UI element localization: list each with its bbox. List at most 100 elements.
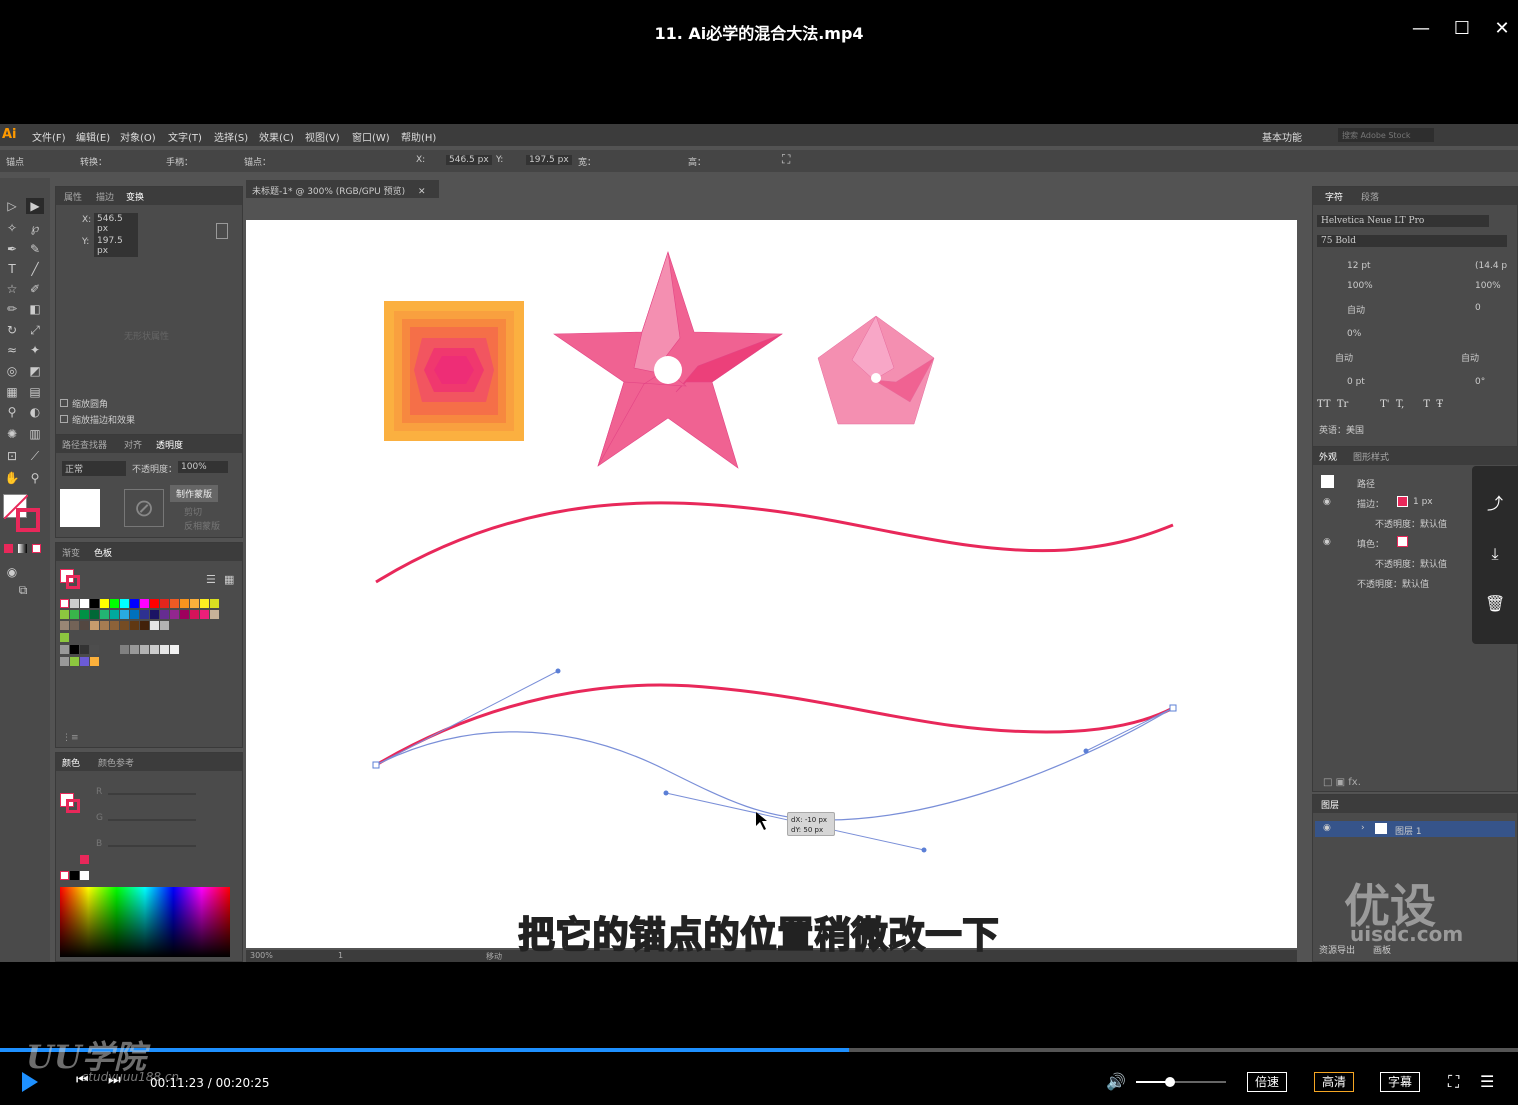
tab-pathfinder[interactable]: 路径查找器 <box>62 438 107 451</box>
menu-file[interactable]: 文件(F) <box>32 129 66 144</box>
warp-tool-icon[interactable]: ≈ <box>3 342 21 358</box>
tab-graphic-styles[interactable]: 图形样式 <box>1353 450 1389 463</box>
swatch-gray5[interactable] <box>80 645 89 654</box>
swatch-blue[interactable] <box>130 599 139 608</box>
none-mode-icon[interactable] <box>32 544 41 553</box>
handle-point[interactable] <box>1083 748 1089 754</box>
stroke-color-swatch[interactable] <box>1397 496 1408 507</box>
swatch-blue2[interactable] <box>130 610 139 619</box>
swatch-taupe[interactable] <box>60 621 69 630</box>
swatch-lime[interactable] <box>210 599 219 608</box>
stroke-swatch[interactable] <box>16 508 40 532</box>
menu-type[interactable]: 文字(T) <box>168 129 202 144</box>
swatch-khaki2[interactable] <box>100 621 109 630</box>
artboard[interactable]: dX: -10 px dY: 50 px <box>246 220 1297 948</box>
fill-none-swatch[interactable] <box>1397 536 1408 547</box>
swatch-green2[interactable] <box>70 610 79 619</box>
menu-edit[interactable]: 编辑(E) <box>76 129 110 144</box>
handle-point[interactable] <box>921 847 927 853</box>
font-size-input[interactable]: 12 pt <box>1347 261 1371 271</box>
tab-transparency[interactable]: 透明度 <box>156 438 183 451</box>
volume-knob[interactable] <box>1165 1077 1176 1087</box>
brush-tool-icon[interactable]: ✐ <box>26 281 44 297</box>
layer-expand-icon[interactable]: › <box>1361 823 1365 833</box>
graph-tool-icon[interactable]: ▥ <box>26 426 44 442</box>
swatch-brown5[interactable] <box>130 621 139 630</box>
swatch-red2[interactable] <box>160 599 169 608</box>
swatch-orange2[interactable] <box>180 599 189 608</box>
transform-icon[interactable]: ⛶ <box>782 152 790 167</box>
scale-tool-icon[interactable]: ⤢ <box>26 322 44 338</box>
download-icon[interactable]: ⤓ <box>1485 544 1505 564</box>
eyedropper-icon[interactable]: ⚲ <box>3 404 21 420</box>
tab-transform[interactable]: 变换 <box>126 190 144 203</box>
anchor-point[interactable] <box>372 761 380 769</box>
font-family-select[interactable]: Helvetica Neue LT Pro <box>1317 215 1489 227</box>
color-white-icon[interactable] <box>80 871 89 880</box>
stroke-label[interactable]: 描边： <box>1357 497 1384 510</box>
menu-window[interactable]: 窗口(W) <box>352 129 390 144</box>
type-tool-icon[interactable]: T <box>3 261 21 277</box>
swatch-gray8[interactable] <box>130 645 139 654</box>
scale-corners-checkbox[interactable] <box>60 399 68 407</box>
tab-color-guide[interactable]: 颜色参考 <box>98 756 134 769</box>
shape-builder-icon[interactable]: ◎ <box>3 363 21 379</box>
swatch-khaki[interactable] <box>90 621 99 630</box>
pen-tool-icon[interactable]: ✒ <box>3 241 21 257</box>
swatch-group-icon[interactable] <box>60 633 69 642</box>
type-style-icons[interactable]: TT Tr T' T, T Ŧ <box>1317 399 1443 410</box>
zoom-tool-icon[interactable]: ⚲ <box>26 470 44 486</box>
swatch-magenta[interactable] <box>140 599 149 608</box>
x-input[interactable]: 546.5 px <box>446 155 492 165</box>
screen-mode-icon[interactable]: ⧉ <box>14 582 32 598</box>
swatch-cyan[interactable] <box>120 599 129 608</box>
swatch-gray2[interactable] <box>160 621 169 630</box>
selection-tool-icon[interactable]: ▷ <box>3 198 21 214</box>
tab-character[interactable]: 字符 <box>1325 190 1343 203</box>
color-stroke-indicator[interactable] <box>66 799 80 813</box>
swatch-tan[interactable] <box>210 610 219 619</box>
swatch-brown[interactable] <box>70 621 79 630</box>
swatch-teal2[interactable] <box>110 610 119 619</box>
tsume-input[interactable]: 0% <box>1347 329 1361 339</box>
color-mode-icon[interactable] <box>4 544 13 553</box>
shaper-tool-icon[interactable]: ✏ <box>3 301 21 317</box>
swatch-gray7[interactable] <box>120 645 129 654</box>
stroke-weight[interactable]: 1 px <box>1413 497 1433 507</box>
tracking-input[interactable]: 0 <box>1475 303 1481 313</box>
blend-pentagon[interactable] <box>817 315 935 425</box>
swatch-plum[interactable] <box>180 610 189 619</box>
swatch-navy[interactable] <box>150 610 159 619</box>
swatch-pink[interactable] <box>200 610 209 619</box>
swatch-gray9[interactable] <box>140 645 149 654</box>
leading-input[interactable]: (14.4 p <box>1475 261 1507 271</box>
middle-curve[interactable] <box>375 683 1174 767</box>
invert-mask-checkbox[interactable]: 反相蒙版 <box>184 519 220 532</box>
constrain-link-icon[interactable] <box>216 223 228 239</box>
grid-view-icon[interactable]: ▦ <box>224 573 234 586</box>
swatch-orange[interactable] <box>170 599 179 608</box>
hand-tool-icon[interactable]: ✋ <box>3 470 21 486</box>
curvature-tool-icon[interactable]: ✎ <box>26 241 44 257</box>
swatch-purple[interactable] <box>160 610 169 619</box>
swatch-indigo[interactable] <box>140 610 149 619</box>
gradient-tool-icon[interactable]: ▤ <box>26 384 44 400</box>
r-slider[interactable] <box>108 793 196 795</box>
rotate-tool-icon[interactable]: ↻ <box>3 322 21 338</box>
fill-eye-icon[interactable]: ◉ <box>1323 537 1331 547</box>
maximize-icon[interactable]: ☐ <box>1451 18 1473 40</box>
blend-tool-icon[interactable]: ◐ <box>26 404 44 420</box>
b-slider[interactable] <box>108 845 196 847</box>
menu-view[interactable]: 视图(V) <box>305 129 340 144</box>
eraser-tool-icon[interactable]: ◧ <box>26 301 44 317</box>
char-rotation-input[interactable]: 0° <box>1475 377 1485 387</box>
kerning-input[interactable]: 自动 <box>1347 303 1365 316</box>
handle-point[interactable] <box>555 668 561 674</box>
playlist-icon[interactable]: ☰ <box>1480 1072 1494 1091</box>
g-slider[interactable] <box>108 819 196 821</box>
magic-wand-icon[interactable]: ✧ <box>3 220 21 236</box>
swatch-gray3[interactable] <box>60 645 69 654</box>
transform-x-input[interactable]: 546.5 px <box>94 213 138 235</box>
tab-properties[interactable]: 属性 <box>64 190 82 203</box>
volume-slider[interactable] <box>1136 1077 1226 1087</box>
